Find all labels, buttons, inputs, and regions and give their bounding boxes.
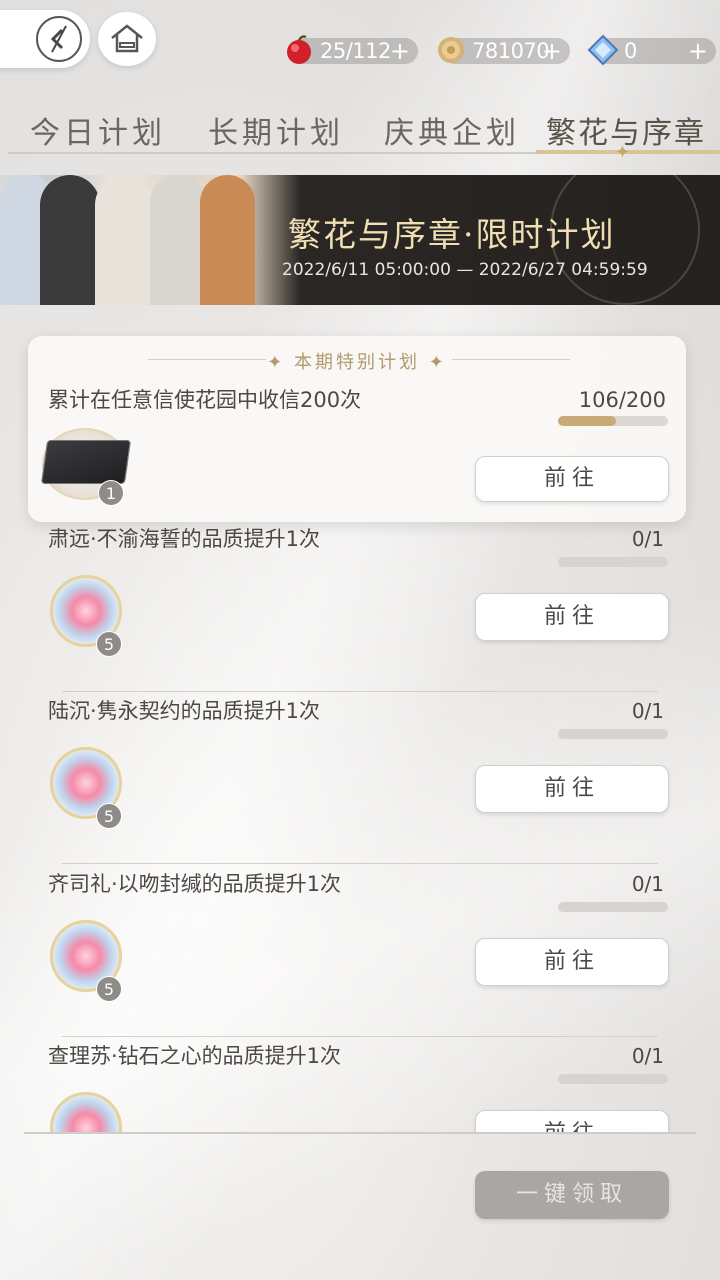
- diamond-plus-icon[interactable]: +: [688, 37, 708, 65]
- go-button[interactable]: 前往: [475, 938, 669, 986]
- special-header-label: 本期特别计划: [294, 352, 420, 373]
- task-progress: 0/1: [631, 699, 664, 723]
- character-figure: [40, 175, 100, 305]
- task-title: 肃远·不渝海誓的品质提升1次: [48, 527, 321, 551]
- banner-art: [0, 175, 300, 305]
- task-progress: 0/1: [631, 1044, 664, 1068]
- apple-icon: [287, 35, 311, 64]
- banner-date-range: 2022/6/11 05:00:00 — 2022/6/27 04:59:59: [282, 260, 648, 280]
- coin-value: 781070: [472, 39, 550, 63]
- apple-currency[interactable]: 25/112 +: [287, 35, 418, 65]
- divider: [62, 1036, 658, 1037]
- special-progress-fill: [558, 416, 617, 426]
- progress-bar: [558, 902, 668, 912]
- special-progress-bar: [558, 416, 668, 426]
- banner-title: 繁花与序章·限时计划: [288, 215, 616, 254]
- diamond-value: 0: [624, 39, 637, 63]
- rose-reward-icon[interactable]: [50, 1092, 122, 1132]
- character-figure: [150, 175, 205, 305]
- task-title: 查理苏·钻石之心的品质提升1次: [48, 1044, 342, 1068]
- tab-daily-plan[interactable]: 今日计划: [30, 108, 166, 152]
- task-title: 齐司礼·以吻封缄的品质提升1次: [48, 872, 342, 896]
- character-figure: [200, 175, 255, 305]
- list-item: 查理苏·钻石之心的品质提升1次 0/1 前往: [0, 1040, 720, 1132]
- reward-count: 5: [96, 803, 122, 829]
- progress-bar: [558, 729, 668, 739]
- back-arrow-icon: [36, 16, 82, 62]
- divider: [62, 863, 658, 864]
- gift-box-reward-icon[interactable]: [40, 440, 132, 484]
- home-icon: [111, 24, 143, 53]
- coin-currency[interactable]: 781070 +: [438, 37, 570, 65]
- list-item: 陆沉·隽永契约的品质提升1次 0/1 5 前往: [0, 695, 720, 867]
- back-button[interactable]: [0, 10, 90, 68]
- coin-plus-icon[interactable]: +: [542, 37, 562, 65]
- go-button[interactable]: 前往: [475, 593, 669, 641]
- divider: [62, 691, 658, 692]
- claim-all-button[interactable]: 一键领取: [475, 1171, 669, 1219]
- go-button[interactable]: 前往: [475, 1110, 669, 1132]
- tab-celebration-plan[interactable]: 庆典企划: [384, 108, 520, 152]
- coin-icon: [438, 37, 464, 63]
- special-plan-card: ✦ 本期特别计划 ✦ 累计在任意信使花园中收信200次 106/200 1 前往: [28, 336, 686, 522]
- list-item: 肃远·不渝海誓的品质提升1次 0/1 5 前往: [0, 523, 720, 695]
- task-progress: 0/1: [631, 872, 664, 896]
- go-button[interactable]: 前往: [475, 456, 669, 502]
- special-header: ✦ 本期特别计划 ✦: [267, 352, 447, 373]
- task-title: 陆沉·隽永契约的品质提升1次: [48, 699, 321, 723]
- tab-long-term-plan[interactable]: 长期计划: [208, 108, 344, 152]
- sparkle-icon: ✦: [615, 142, 631, 163]
- progress-bar: [558, 1074, 668, 1084]
- list-item: 齐司礼·以吻封缄的品质提升1次 0/1 5 前往: [0, 868, 720, 1040]
- special-task-progress: 106/200: [578, 388, 666, 412]
- progress-bar: [558, 557, 668, 567]
- reward-count: 5: [96, 631, 122, 657]
- diamond-currency[interactable]: 0 +: [587, 34, 716, 66]
- special-task-title: 累计在任意信使花园中收信200次: [48, 388, 362, 412]
- character-figure: [95, 175, 155, 305]
- home-button[interactable]: [98, 12, 156, 66]
- reward-count: 5: [96, 976, 122, 1002]
- apple-value: 25/112: [320, 39, 391, 63]
- go-button[interactable]: 前往: [475, 765, 669, 813]
- task-progress: 0/1: [631, 527, 664, 551]
- diamond-icon: [587, 34, 619, 66]
- list-bottom-divider: [24, 1132, 696, 1134]
- apple-plus-icon[interactable]: +: [390, 37, 410, 65]
- reward-count: 1: [98, 480, 124, 506]
